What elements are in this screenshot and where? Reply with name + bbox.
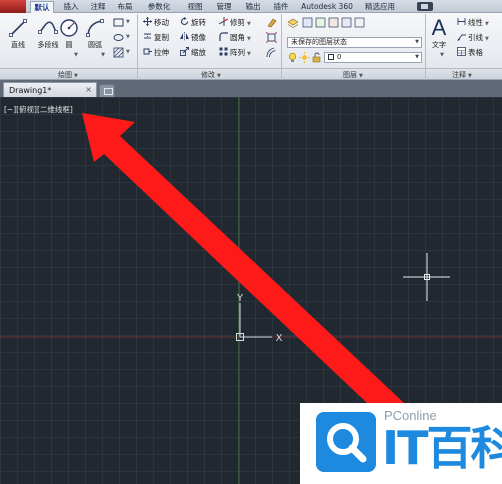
ucs-y-label: Y — [236, 293, 244, 304]
pconline-logo-icon — [316, 412, 376, 472]
crosshair-cursor — [403, 253, 450, 301]
ucs-x-label: X — [276, 333, 283, 344]
watermark-big-text: IT百科 — [382, 421, 502, 475]
watermark-logo: PConline IT百科 — [300, 403, 502, 484]
annotation-arrow — [82, 113, 420, 438]
